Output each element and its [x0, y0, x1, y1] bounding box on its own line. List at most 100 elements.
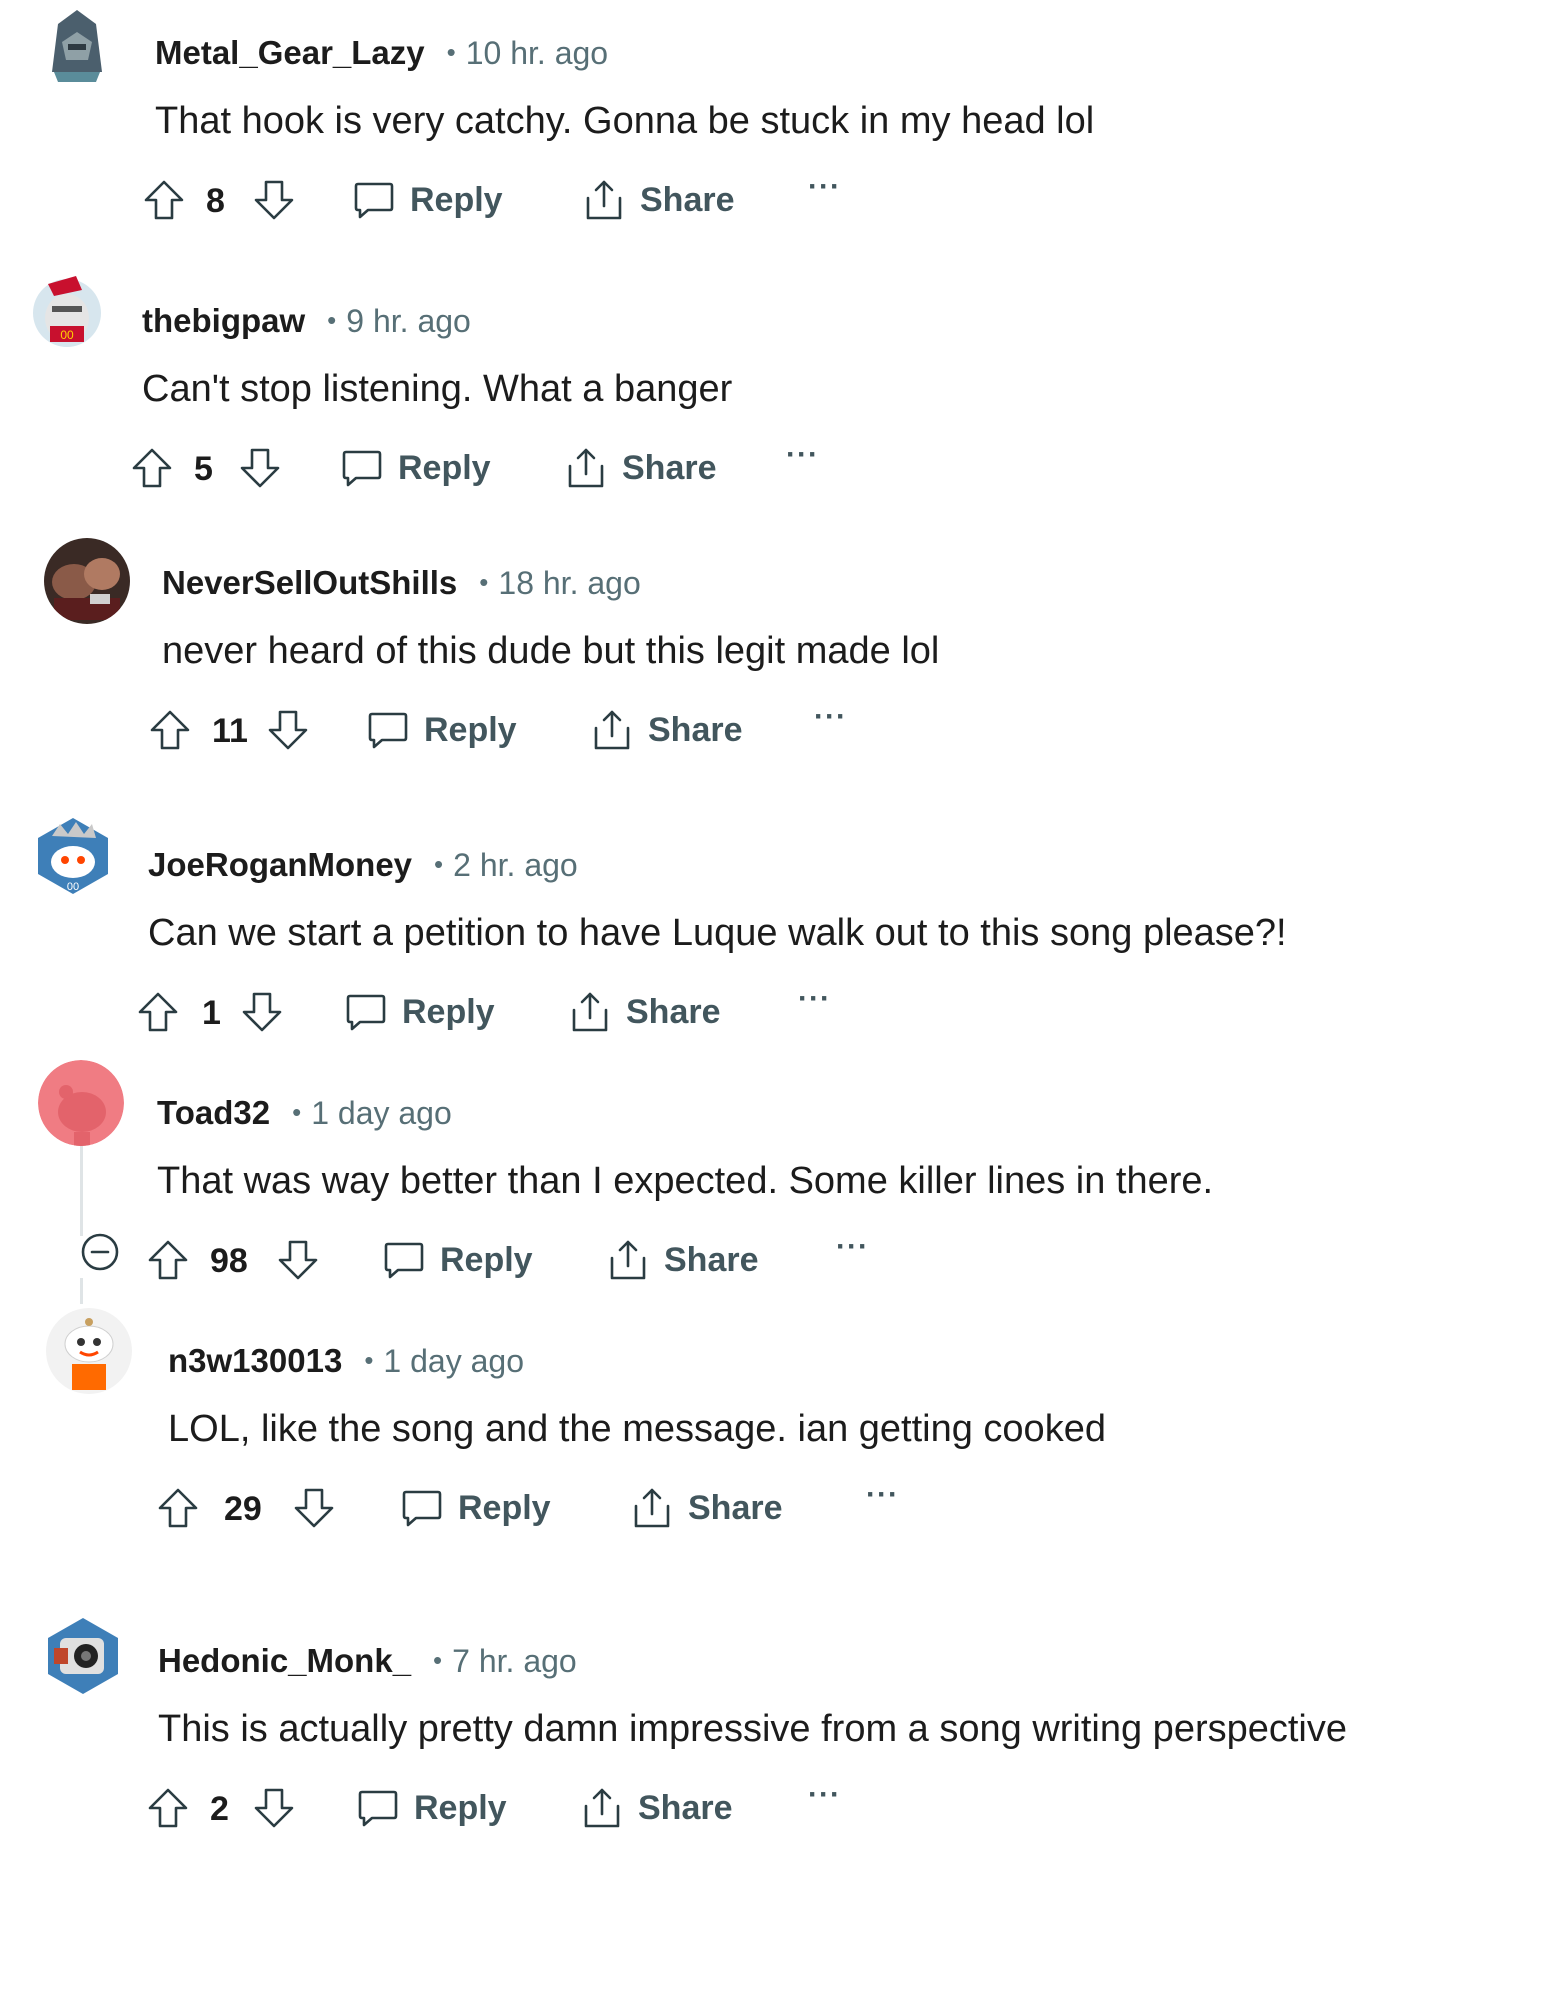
- avatar[interactable]: 00: [30, 812, 116, 898]
- comment: 00 thebigpaw • 9 hr. ago Can't stop listen…: [0, 268, 1545, 548]
- separator-dot: •: [327, 305, 337, 335]
- reply-button[interactable]: Reply: [354, 1784, 507, 1832]
- comment-text: That was way better than I expected. Som…: [157, 1160, 1214, 1202]
- share-icon: [586, 180, 622, 220]
- comment-text: That hook is very catchy. Gonna be stuck…: [155, 100, 1095, 142]
- vote-count: 11: [212, 712, 248, 750]
- avatar[interactable]: [46, 1308, 132, 1394]
- reply-button[interactable]: Reply: [350, 176, 503, 224]
- share-button[interactable]: Share: [628, 1484, 783, 1532]
- upvote-icon[interactable]: [128, 444, 176, 492]
- avatar[interactable]: [40, 1612, 126, 1698]
- reply-label: Reply: [440, 1240, 533, 1279]
- comment: Hedonic_Monk_ • 7 hr. ago This is actually…: [0, 1608, 1545, 1888]
- share-label: Share: [688, 1488, 783, 1527]
- avatar[interactable]: 00: [24, 268, 110, 354]
- vote-count: 98: [210, 1242, 248, 1280]
- svg-text:00: 00: [67, 881, 79, 893]
- username[interactable]: thebigpaw: [142, 302, 305, 339]
- share-button[interactable]: Share: [578, 1784, 733, 1832]
- comment-text: never heard of this dude but this legit …: [162, 630, 940, 672]
- separator-dot: •: [479, 567, 489, 597]
- vote-count: 2: [210, 1790, 229, 1828]
- timestamp[interactable]: 10 hr. ago: [466, 35, 608, 71]
- timestamp[interactable]: 18 hr. ago: [498, 565, 640, 601]
- camera-robot-avatar-icon: [40, 1612, 126, 1698]
- football-player-avatar-icon: 00: [24, 268, 110, 354]
- default-snoo-avatar-icon: [38, 1060, 124, 1146]
- comment-bubble-icon: [402, 1490, 442, 1527]
- more-options-button[interactable]: ···: [808, 170, 841, 204]
- reply-button[interactable]: Reply: [338, 444, 491, 492]
- comment-text: Can't stop listening. What a banger: [142, 368, 733, 410]
- share-label: Share: [626, 992, 721, 1031]
- timestamp[interactable]: 7 hr. ago: [452, 1643, 577, 1679]
- vote-count: 8: [206, 182, 225, 220]
- more-options-button[interactable]: ···: [786, 438, 819, 472]
- reply-label: Reply: [402, 992, 495, 1031]
- avatar[interactable]: [34, 2, 120, 88]
- more-options-button[interactable]: ···: [798, 982, 831, 1016]
- share-button[interactable]: Share: [588, 706, 743, 754]
- reply-button[interactable]: Reply: [364, 706, 517, 754]
- share-icon: [584, 1788, 620, 1828]
- downvote-icon[interactable]: [274, 1236, 322, 1284]
- share-icon: [634, 1488, 670, 1528]
- share-label: Share: [664, 1240, 759, 1279]
- upvote-icon[interactable]: [144, 1784, 192, 1832]
- downvote-icon[interactable]: [250, 176, 298, 224]
- timestamp[interactable]: 9 hr. ago: [346, 303, 471, 339]
- username[interactable]: n3w130013: [168, 1342, 342, 1379]
- share-label: Share: [640, 180, 735, 219]
- avatar[interactable]: [38, 1060, 124, 1146]
- separator-dot: •: [446, 37, 456, 67]
- upvote-icon[interactable]: [144, 1236, 192, 1284]
- share-label: Share: [622, 448, 717, 487]
- share-icon: [610, 1240, 646, 1280]
- reply-button[interactable]: Reply: [380, 1236, 533, 1284]
- comment: NeverSellOutShills • 18 hr. ago never hear…: [0, 530, 1545, 810]
- upvote-icon[interactable]: [134, 988, 182, 1036]
- share-button[interactable]: Share: [562, 444, 717, 492]
- downvote-icon[interactable]: [250, 1784, 298, 1832]
- username[interactable]: NeverSellOutShills: [162, 564, 457, 601]
- reply-label: Reply: [424, 710, 517, 749]
- snoo-orange-shirt-avatar-icon: [46, 1308, 132, 1394]
- avatar[interactable]: [44, 538, 130, 624]
- share-button[interactable]: Share: [566, 988, 721, 1036]
- share-label: Share: [638, 1788, 733, 1827]
- collapse-thread-icon[interactable]: [80, 1232, 120, 1272]
- more-options-button[interactable]: ···: [814, 700, 847, 734]
- username[interactable]: Metal_Gear_Lazy: [155, 34, 425, 71]
- more-options-button[interactable]: ···: [808, 1778, 841, 1812]
- upvote-icon[interactable]: [154, 1484, 202, 1532]
- timestamp[interactable]: 1 day ago: [383, 1343, 524, 1379]
- username[interactable]: Hedonic_Monk_: [158, 1642, 411, 1679]
- snoo-crown-avatar-icon: 00: [30, 812, 116, 898]
- reply-button[interactable]: Reply: [342, 988, 495, 1036]
- svg-text:00: 00: [60, 328, 74, 342]
- vote-count: 5: [194, 450, 213, 488]
- more-options-button[interactable]: ···: [836, 1230, 869, 1264]
- downvote-icon[interactable]: [290, 1484, 338, 1532]
- timestamp[interactable]: 2 hr. ago: [453, 847, 578, 883]
- more-options-button[interactable]: ···: [866, 1478, 899, 1512]
- comment-text: Can we start a petition to have Luque wa…: [148, 912, 1287, 954]
- upvote-icon[interactable]: [140, 176, 188, 224]
- upvote-icon[interactable]: [146, 706, 194, 754]
- comment-bubble-icon: [346, 994, 386, 1031]
- photo-avatar-icon: [44, 538, 130, 624]
- downvote-icon[interactable]: [236, 444, 284, 492]
- share-label: Share: [648, 710, 743, 749]
- timestamp[interactable]: 1 day ago: [311, 1095, 452, 1131]
- share-button[interactable]: Share: [580, 176, 735, 224]
- username[interactable]: Toad32: [157, 1094, 270, 1131]
- reply-button[interactable]: Reply: [398, 1484, 551, 1532]
- reply-label: Reply: [410, 180, 503, 219]
- downvote-icon[interactable]: [238, 988, 286, 1036]
- share-icon: [568, 448, 604, 488]
- reply-label: Reply: [458, 1488, 551, 1527]
- username[interactable]: JoeRoganMoney: [148, 846, 412, 883]
- downvote-icon[interactable]: [264, 706, 312, 754]
- share-button[interactable]: Share: [604, 1236, 759, 1284]
